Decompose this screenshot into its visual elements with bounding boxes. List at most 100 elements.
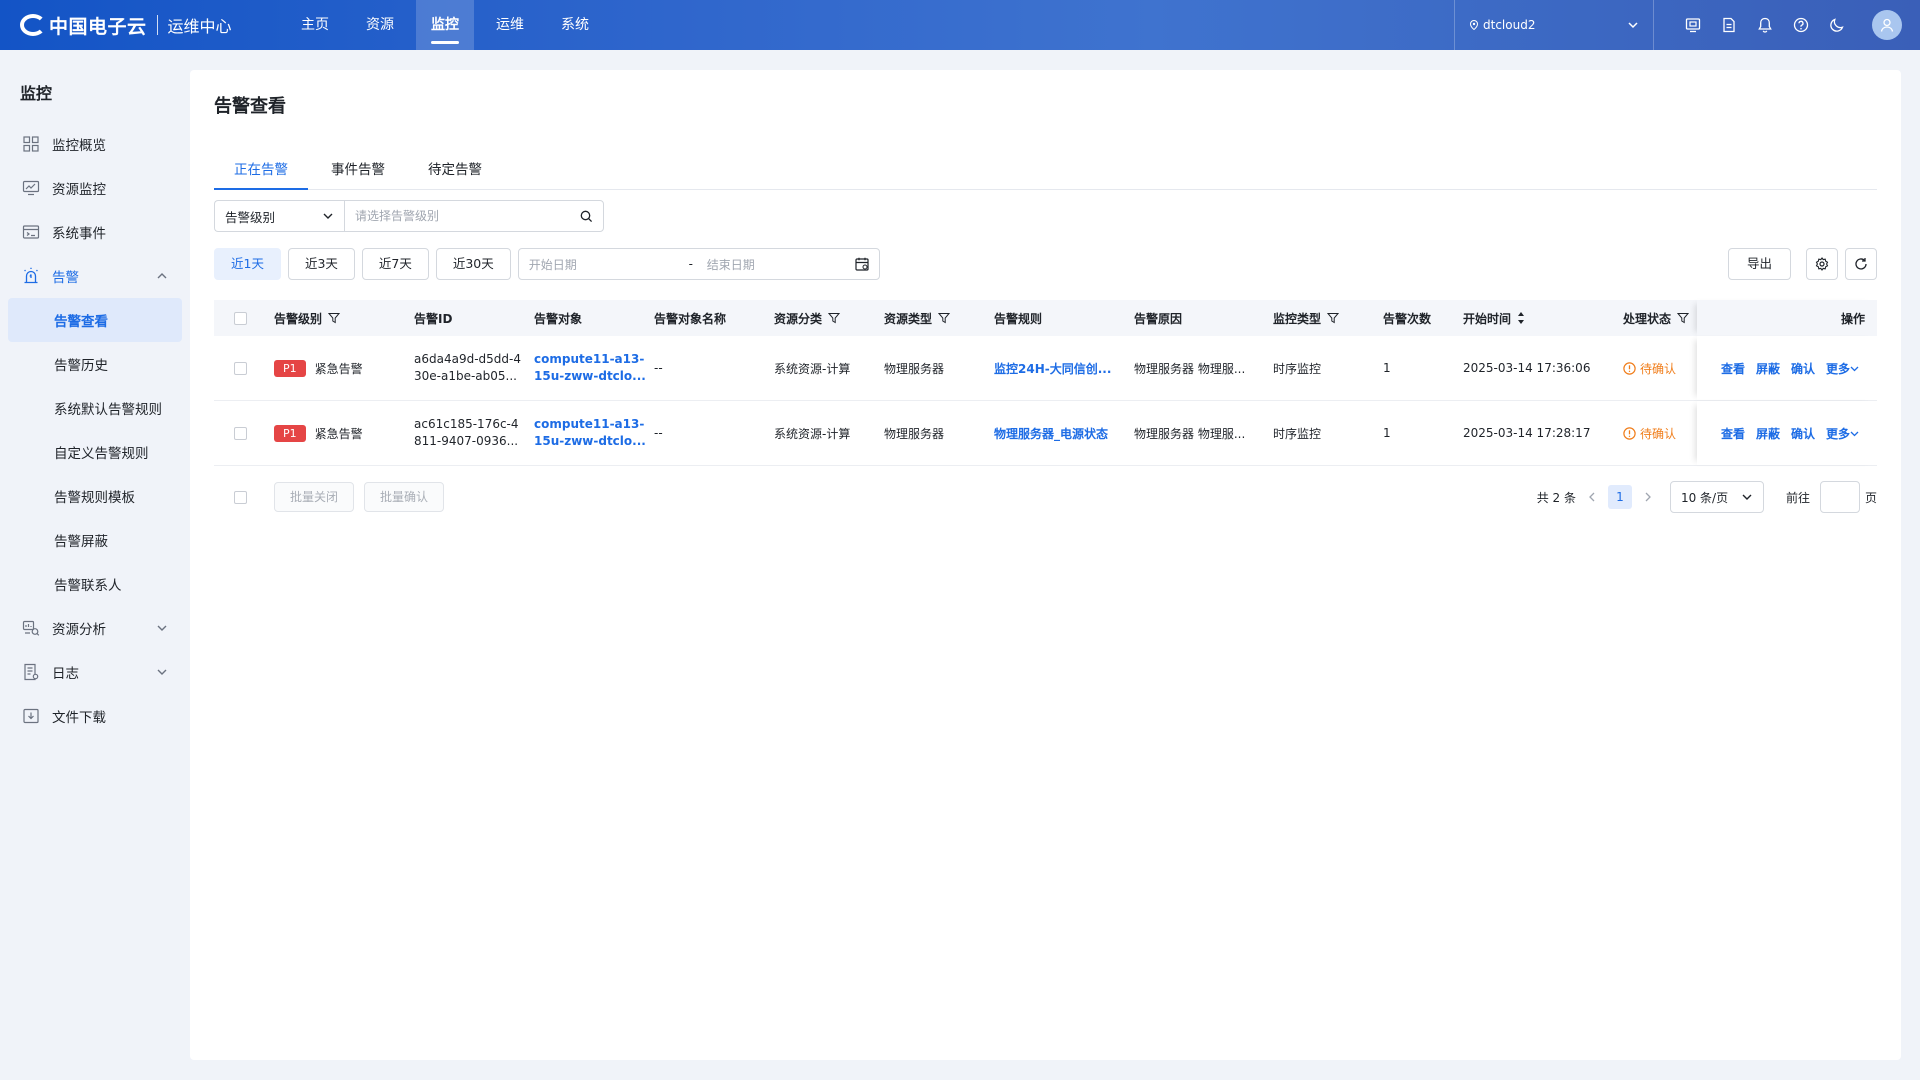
batch-confirm-button[interactable]: 批量确认 (364, 482, 445, 512)
nav-item-ops[interactable]: 运维 (481, 0, 539, 50)
row-checkbox[interactable] (234, 361, 247, 375)
goto-page-input[interactable] (1819, 481, 1860, 513)
refresh-button[interactable] (1845, 248, 1877, 280)
page-size-select[interactable]: 10 条/页 (1669, 481, 1764, 513)
start-date-input[interactable]: 开始日期 (529, 256, 679, 273)
id-line-2: 811-9407-0936... (414, 434, 519, 448)
nav-item-monitor[interactable]: 监控 (416, 0, 474, 50)
filter-field-select[interactable]: 告警级别 (214, 200, 344, 232)
download-icon (23, 708, 39, 724)
view-action[interactable]: 查看 (1721, 360, 1745, 377)
sidebar-item-logs[interactable]: 日志 (8, 650, 182, 694)
nav-item-home[interactable]: 主页 (286, 0, 344, 50)
more-actions-dropdown[interactable]: 更多 (1826, 425, 1859, 442)
screen-icon[interactable] (1684, 16, 1702, 34)
column-header-label: 资源类型 (884, 311, 933, 326)
user-avatar[interactable] (1872, 10, 1902, 40)
date-range-picker[interactable]: 开始日期 - 结束日期 (517, 248, 880, 280)
prev-page-icon[interactable] (1586, 491, 1598, 503)
column-header-reason: 告警原因 (1134, 311, 1183, 326)
chevron-down-icon (323, 213, 333, 219)
filter-funnel-icon[interactable] (938, 312, 951, 324)
more-actions-dropdown[interactable]: 更多 (1826, 360, 1859, 377)
quick-date-1d-button[interactable]: 近1天 (214, 248, 281, 280)
page-number-current[interactable]: 1 (1607, 485, 1632, 509)
document-icon[interactable] (1720, 16, 1738, 34)
settings-button[interactable] (1806, 248, 1838, 280)
column-header-resource-class[interactable]: 资源分类 (774, 300, 841, 336)
sidebar-item-alarm-mask[interactable]: 告警屏蔽 (8, 518, 182, 562)
log-document-icon (24, 663, 39, 681)
quick-date-7d-button[interactable]: 近7天 (361, 248, 429, 280)
filter-funnel-icon[interactable] (828, 312, 841, 324)
rule-link[interactable]: 物理服务器_电源状态 (994, 401, 1108, 465)
nav-item-resources[interactable]: 资源 (351, 0, 409, 50)
confirm-action[interactable]: 确认 (1791, 425, 1815, 442)
sidebar-item-custom-rules[interactable]: 自定义告警规则 (8, 430, 182, 474)
tab-pending-alarms[interactable]: 待定告警 (408, 150, 502, 190)
sidebar-item-default-rules[interactable]: 系统默认告警规则 (8, 386, 182, 430)
filter-funnel-icon[interactable] (328, 312, 341, 324)
operations-cell: 查看 屏蔽 确认 更多 (1697, 401, 1877, 465)
next-page-icon[interactable] (1642, 491, 1654, 503)
quick-date-30d-button[interactable]: 近30天 (435, 248, 511, 280)
rule-link[interactable]: 监控24H-大同信创... (994, 336, 1111, 400)
id-line-2: 30e-a1be-ab05... (414, 369, 517, 383)
column-header-start-time[interactable]: 开始时间 (1463, 300, 1525, 336)
sidebar-item-alarm-view[interactable]: 告警查看 (8, 298, 182, 342)
sidebar-item-rule-templates[interactable]: 告警规则模板 (8, 474, 182, 518)
object-link[interactable]: compute11-a13- 15u-zww-dtclo... (534, 336, 646, 400)
batch-close-button[interactable]: 批量关闭 (274, 482, 355, 512)
column-header-monitor-type[interactable]: 监控类型 (1273, 300, 1340, 336)
tab-event-alarms[interactable]: 事件告警 (311, 150, 405, 190)
row-checkbox[interactable] (234, 426, 247, 440)
sidebar-item-system-events[interactable]: 系统事件 (8, 210, 182, 254)
sidebar-item-alarm-history[interactable]: 告警历史 (8, 342, 182, 386)
tab-active-alarms[interactable]: 正在告警 (214, 150, 308, 190)
nav-item-system[interactable]: 系统 (546, 0, 604, 50)
confirm-action[interactable]: 确认 (1791, 360, 1815, 377)
sidebar-item-alarm[interactable]: 告警 (8, 254, 182, 298)
brand[interactable]: 中国电子云 运维中心 (20, 0, 232, 50)
sidebar-item-monitor-overview[interactable]: 监控概览 (8, 122, 182, 166)
filter-search-input[interactable] (355, 209, 580, 223)
sort-icon[interactable] (1517, 311, 1525, 325)
column-header-level[interactable]: 告警级别 (274, 300, 341, 336)
column-header-label: 资源分类 (774, 311, 823, 326)
priority-badge: P1 (274, 424, 306, 442)
filter-funnel-icon[interactable] (1677, 312, 1690, 324)
mask-action[interactable]: 屏蔽 (1756, 360, 1780, 377)
end-date-input[interactable]: 结束日期 (703, 256, 855, 273)
date-filter-row: 近1天 近3天 近7天 近30天 开始日期 - 结束日期 (214, 248, 880, 280)
tenant-selector[interactable]: dtcloud2 (1454, 0, 1654, 50)
sidebar-item-file-download[interactable]: 文件下载 (8, 694, 182, 738)
pagination: 共 2 条 1 10 条/页 前往 页 (1537, 480, 1877, 514)
select-all-checkbox[interactable] (234, 311, 247, 325)
filter-search-box (344, 200, 604, 232)
page-title: 告警查看 (214, 96, 286, 117)
search-icon[interactable] (580, 210, 593, 223)
footer-select-all-checkbox[interactable] (234, 491, 247, 504)
sidebar-item-alarm-contacts[interactable]: 告警联系人 (8, 562, 182, 606)
filter-row: 告警级别 (214, 200, 604, 232)
filter-funnel-icon[interactable] (1327, 312, 1340, 324)
object-link[interactable]: compute11-a13- 15u-zww-dtclo... (534, 401, 646, 465)
warning-circle-icon (1623, 426, 1636, 440)
mask-action[interactable]: 屏蔽 (1756, 425, 1780, 442)
object-line-2: 15u-zww-dtclo... (534, 434, 646, 448)
view-action[interactable]: 查看 (1721, 425, 1745, 442)
column-header-status[interactable]: 处理状态 (1623, 300, 1690, 336)
status-cell: 待确认 (1623, 336, 1676, 400)
column-header-resource-type[interactable]: 资源类型 (884, 300, 951, 336)
sidebar-item-label: 系统事件 (52, 226, 106, 242)
sidebar-item-resource-analysis[interactable]: 资源分析 (8, 606, 182, 650)
event-terminal-icon (22, 225, 40, 239)
sidebar-item-resource-monitor[interactable]: 资源监控 (8, 166, 182, 210)
quick-date-3d-button[interactable]: 近3天 (287, 248, 355, 280)
bell-icon[interactable] (1756, 16, 1774, 34)
chevron-down-icon (1742, 494, 1752, 500)
export-button[interactable]: 导出 (1727, 248, 1791, 280)
dark-mode-moon-icon[interactable] (1828, 16, 1846, 34)
object-line-2: 15u-zww-dtclo... (534, 369, 646, 383)
help-icon[interactable] (1792, 16, 1810, 34)
